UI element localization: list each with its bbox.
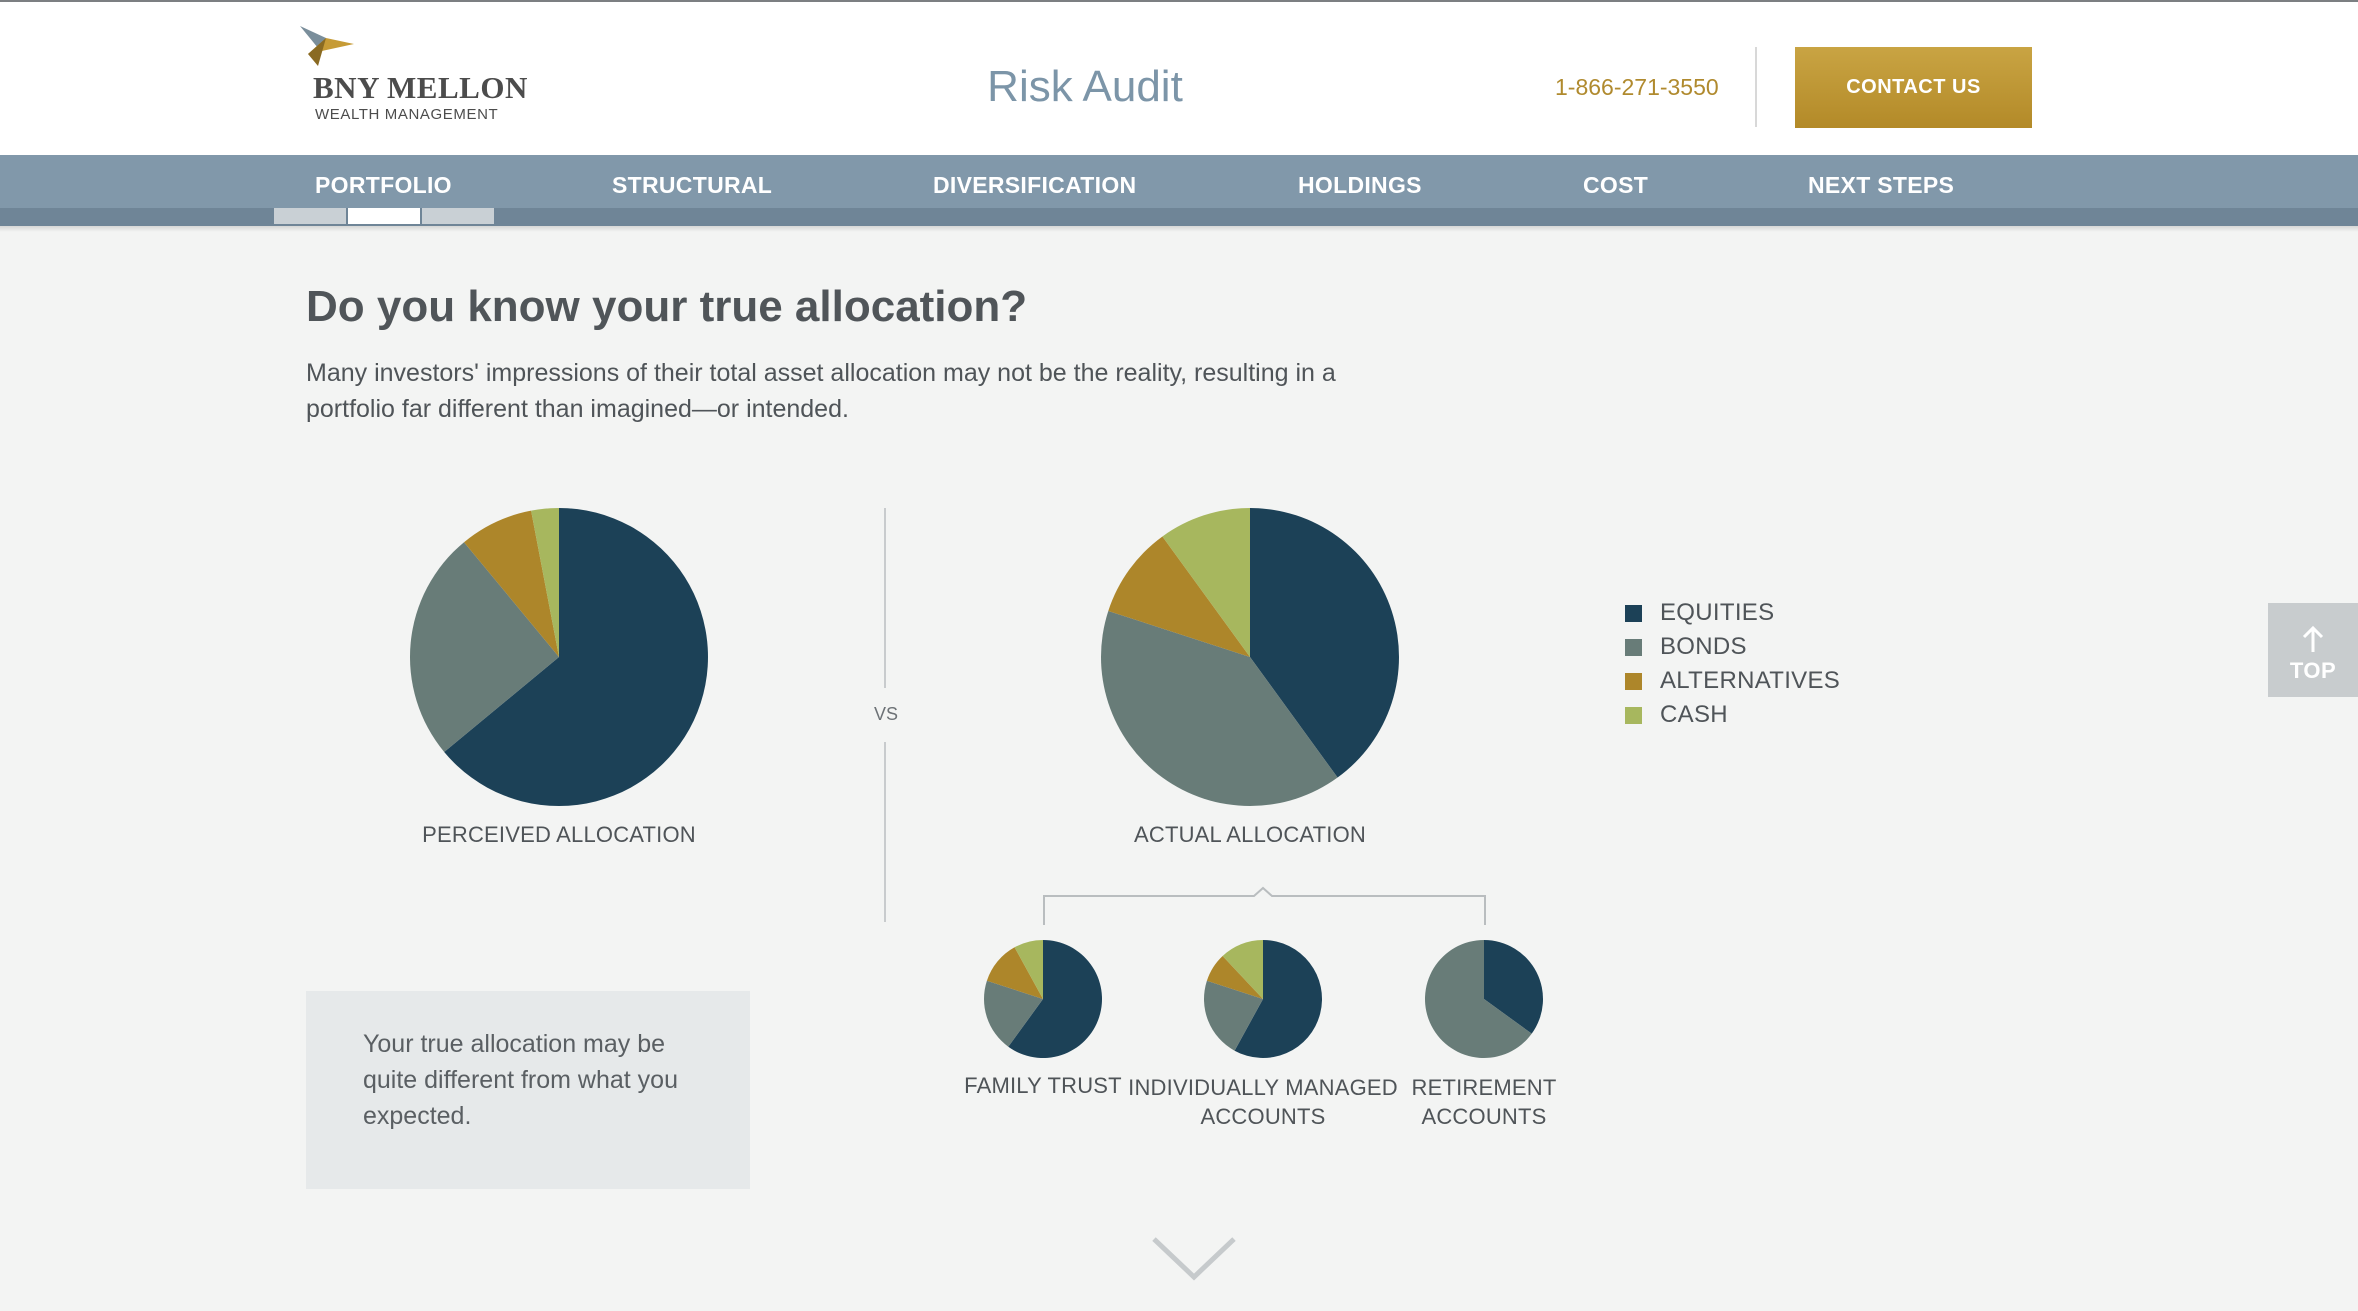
header-divider [1755, 47, 1757, 127]
legend-item-alternatives: ALTERNATIVES [1625, 664, 1840, 698]
retirement-accounts-pie [1424, 940, 1543, 1058]
legend-label: CASH [1660, 701, 1728, 728]
legend-label: ALTERNATIVES [1660, 667, 1841, 694]
arrow-up-icon [2302, 625, 2324, 652]
individually-managed-pie [1204, 940, 1323, 1058]
top-label: TOP [2289, 658, 2337, 683]
page-title: Risk Audit [987, 62, 1183, 111]
note-box: Your true allocation may be quite differ… [306, 991, 750, 1189]
back-to-top-button[interactable]: TOP [2268, 603, 2358, 697]
retirement-accounts-label: RETIREMENT ACCOUNTS [1411, 1075, 1557, 1129]
chart-legend: EQUITIES BONDS ALTERNATIVES CASH [1625, 596, 1840, 732]
legend-swatch [1625, 672, 1642, 690]
nav-item-holdings[interactable]: HOLDINGS [1298, 172, 1422, 199]
section-heading: Do you know your true allocation? [306, 282, 1028, 331]
progress-segment-active[interactable] [348, 208, 420, 224]
site-header: BNY MELLON WEALTH MANAGEMENT Risk Audit … [0, 2, 2358, 155]
breakdown-bracket [1043, 886, 1486, 925]
actual-allocation-label: ACTUAL ALLOCATION [1133, 822, 1366, 847]
individually-managed-label: INDIVIDUALLY MANAGED ACCOUNTS [1128, 1075, 1398, 1129]
vs-label: VS [873, 704, 898, 724]
nav-item-cost[interactable]: COST [1583, 172, 1648, 199]
chevron-down-icon[interactable] [1150, 1235, 1238, 1283]
family-trust-label: FAMILY TRUST [964, 1073, 1122, 1098]
nav-item-diversification[interactable]: DIVERSIFICATION [933, 172, 1136, 199]
nav-item-next-steps[interactable]: NEXT STEPS [1808, 172, 1954, 199]
nav-item-structural[interactable]: STRUCTURAL [612, 172, 772, 199]
legend-swatch [1625, 604, 1642, 622]
contact-us-button[interactable]: CONTACT US [1795, 47, 2032, 128]
legend-swatch [1625, 638, 1642, 656]
nav-shadow [0, 226, 2358, 232]
progress-segment[interactable] [422, 208, 494, 224]
perceived-allocation-pie [409, 508, 708, 806]
brand-logo[interactable]: BNY MELLON WEALTH MANAGEMENT [298, 24, 528, 129]
actual-allocation-pie [1100, 508, 1399, 806]
vs-divider-top [884, 508, 886, 688]
brand-name: BNY MELLON [313, 70, 528, 105]
intro-text: Many investors' impressions of their tot… [306, 359, 1336, 423]
vs-divider-bottom [884, 742, 886, 922]
legend-label: EQUITIES [1660, 599, 1775, 626]
note-text: Your true allocation may be quite differ… [363, 1030, 678, 1130]
nav-item-portfolio[interactable]: PORTFOLIO [315, 172, 452, 199]
legend-item-bonds: BONDS [1625, 630, 1840, 664]
perceived-allocation-label: PERCEIVED ALLOCATION [422, 822, 696, 847]
legend-label: BONDS [1660, 633, 1747, 660]
legend-item-equities: EQUITIES [1625, 596, 1840, 630]
phone-number[interactable]: 1-866-271-3550 [1555, 74, 1719, 101]
main-nav: PORTFOLIO STRUCTURAL DIVERSIFICATION HOL… [0, 155, 2358, 208]
legend-swatch [1625, 706, 1642, 724]
legend-item-cash: CASH [1625, 698, 1840, 732]
family-trust-pie [984, 940, 1103, 1058]
progress-segment[interactable] [274, 208, 346, 224]
logo-mark-icon [300, 26, 354, 66]
brand-subtitle: WEALTH MANAGEMENT [315, 106, 499, 123]
